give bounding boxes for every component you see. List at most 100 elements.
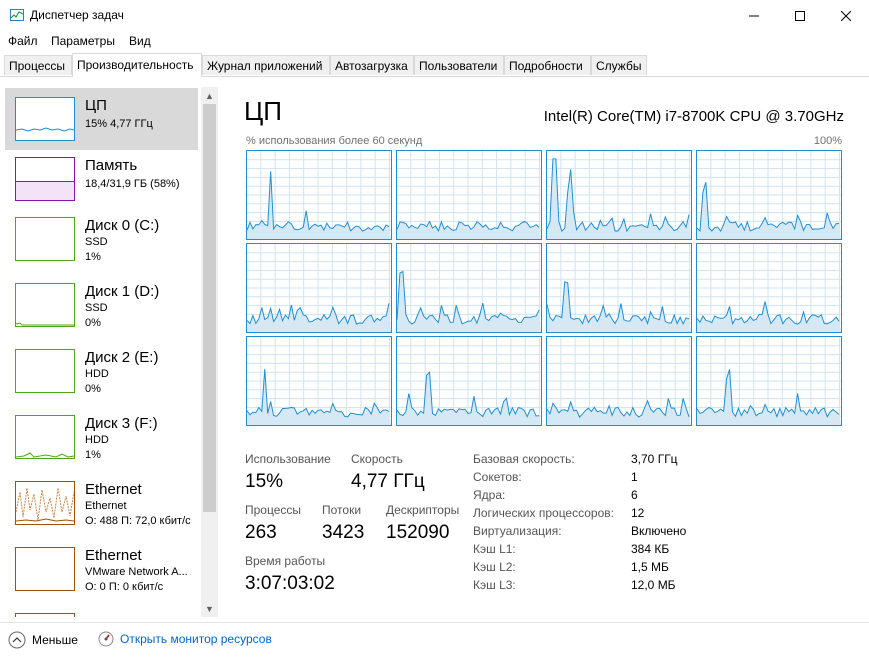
close-button[interactable]: [823, 0, 869, 31]
threads-value: 3423: [322, 522, 365, 543]
task-manager-icon: [10, 9, 24, 21]
spec-value: 1,5 МБ: [631, 560, 669, 574]
sidebar-item-title: Ethernet: [85, 481, 142, 498]
scroll-down-icon[interactable]: ▼: [201, 600, 218, 617]
menu-options[interactable]: Параметры: [51, 34, 115, 48]
tab-users[interactable]: Пользователи: [414, 55, 504, 75]
spec-label: Базовая скорость:: [473, 452, 575, 466]
spec-value: 384 КБ: [631, 542, 670, 556]
sidebar-item-detail: 1%: [85, 251, 101, 263]
graph-max-label: 100%: [813, 135, 842, 147]
spec-value: 3,70 ГГц: [631, 452, 678, 466]
ethernet-thumbnail: [15, 613, 75, 617]
disk-thumbnail: [15, 283, 75, 327]
cpu-core-graph: [246, 150, 392, 240]
sidebar-item-more[interactable]: [5, 604, 198, 617]
close-icon: [841, 10, 851, 21]
graph-caption: % использования более 60 секунд: [246, 135, 423, 147]
tab-app-history[interactable]: Журнал приложений: [202, 55, 330, 75]
fewer-details-button[interactable]: Меньше: [8, 631, 78, 649]
spec-value: 6: [631, 488, 638, 502]
cpu-core-graph: [546, 243, 692, 333]
sidebar-item-title: Диск 2 (E:): [85, 349, 159, 366]
sidebar-item-disk0[interactable]: Диск 0 (C:) SSD 1%: [5, 208, 198, 270]
sidebar-item-memory[interactable]: Память 18,4/31,9 ГБ (58%): [5, 148, 198, 210]
menu-file[interactable]: Файл: [8, 34, 38, 48]
cpu-core-graph: [546, 150, 692, 240]
sidebar-item-type: Ethernet: [85, 500, 127, 512]
open-resource-monitor-link[interactable]: Открыть монитор ресурсов: [98, 631, 272, 647]
sidebar-item-ethernet[interactable]: Ethernet Ethernet О: 488 П: 72,0 кбит/с: [5, 472, 198, 534]
sidebar-item-detail: 18,4/31,9 ГБ (58%): [85, 178, 180, 190]
usage-label: Использование: [245, 452, 331, 466]
sidebar-item-title: Память: [85, 157, 138, 174]
speed-value: 4,77 ГГц: [351, 471, 425, 492]
cpu-core-graph: [246, 243, 392, 333]
spec-value: 12,0 МБ: [631, 578, 676, 592]
menu-view[interactable]: Вид: [129, 34, 151, 48]
sidebar-item-detail: О: 488 П: 72,0 кбит/с: [85, 515, 191, 527]
ethernet-thumbnail: [15, 547, 75, 591]
spec-label: Сокетов:: [473, 470, 522, 484]
tab-performance[interactable]: Производительность: [72, 53, 202, 77]
cpu-model: Intel(R) Core(TM) i7-8700K CPU @ 3.70GHz: [543, 108, 844, 125]
sidebar-item-disk3[interactable]: Диск 3 (F:) HDD 1%: [5, 406, 198, 468]
title-bar: Диспетчер задач: [0, 0, 869, 31]
cpu-core-graph: [696, 150, 842, 240]
sidebar-item-type: HDD: [85, 434, 109, 446]
sidebar-item-cpu[interactable]: ЦП 15% 4,77 ГГц: [5, 88, 198, 150]
minimize-icon: [749, 15, 759, 16]
spec-label: Ядра:: [473, 488, 506, 502]
spec-label: Логических процессоров:: [473, 506, 614, 520]
disk-thumbnail: [15, 415, 75, 459]
cpu-core-graph: [696, 336, 842, 426]
cpu-core-graph: [546, 336, 692, 426]
resource-monitor-label: Открыть монитор ресурсов: [120, 632, 272, 646]
scroll-up-icon[interactable]: ▲: [201, 87, 218, 104]
disk-thumbnail: [15, 217, 75, 261]
maximize-button[interactable]: [777, 0, 823, 31]
sidebar-item-ethernet-vmware[interactable]: Ethernet VMware Network A... О: 0 П: 0 к…: [5, 538, 198, 600]
processes-label: Процессы: [245, 503, 302, 517]
uptime-value: 3:07:03:02: [245, 573, 335, 594]
sidebar-item-detail: 0%: [85, 383, 101, 395]
sidebar-item-disk2[interactable]: Диск 2 (E:) HDD 0%: [5, 340, 198, 402]
sidebar-item-type: HDD: [85, 368, 109, 380]
usage-value: 15%: [245, 471, 284, 492]
threads-label: Потоки: [322, 503, 362, 517]
tab-details[interactable]: Подробности: [504, 55, 591, 75]
maximize-icon: [795, 10, 805, 21]
page-title: ЦП: [244, 96, 282, 126]
menu-bar: Файл Параметры Вид: [0, 31, 869, 51]
sidebar-scrollbar[interactable]: ▲ ▼: [201, 87, 218, 617]
sidebar-item-detail: 0%: [85, 317, 101, 329]
footer: Меньше Открыть монитор ресурсов: [0, 622, 869, 666]
sidebar-item-type: SSD: [85, 236, 108, 248]
ethernet-thumbnail: [15, 481, 75, 525]
cpu-core-graphs: [246, 150, 843, 427]
speed-label: Скорость: [351, 452, 403, 466]
sidebar-item-detail: О: 0 П: 0 кбит/с: [85, 581, 164, 593]
cpu-core-graph: [396, 150, 542, 240]
resource-list: ЦП 15% 4,77 ГГц Память 18,4/31,9 ГБ (58%…: [0, 85, 218, 617]
sidebar-item-detail: 1%: [85, 449, 101, 461]
minimize-button[interactable]: [731, 0, 777, 31]
uptime-label: Время работы: [245, 554, 326, 568]
tab-services[interactable]: Службы: [591, 55, 647, 75]
scroll-thumb[interactable]: [203, 104, 216, 512]
processes-value: 263: [245, 522, 277, 543]
spec-value: Включено: [631, 524, 687, 538]
resource-monitor-icon: [98, 631, 114, 647]
handles-label: Дескрипторы: [386, 503, 460, 517]
tab-startup[interactable]: Автозагрузка: [330, 55, 414, 75]
cpu-thumbnail: [15, 97, 75, 141]
tab-processes[interactable]: Процессы: [4, 55, 72, 75]
spec-label: Виртуализация:: [473, 524, 562, 538]
sidebar-item-disk1[interactable]: Диск 1 (D:) SSD 0%: [5, 274, 198, 336]
sidebar-item-title: Диск 0 (C:): [85, 217, 160, 234]
spec-label: Кэш L3:: [473, 578, 516, 592]
memory-thumbnail: [15, 157, 75, 201]
spec-value: 1: [631, 470, 638, 484]
sidebar-item-type: VMware Network A...: [85, 566, 188, 578]
handles-value: 152090: [386, 522, 450, 543]
